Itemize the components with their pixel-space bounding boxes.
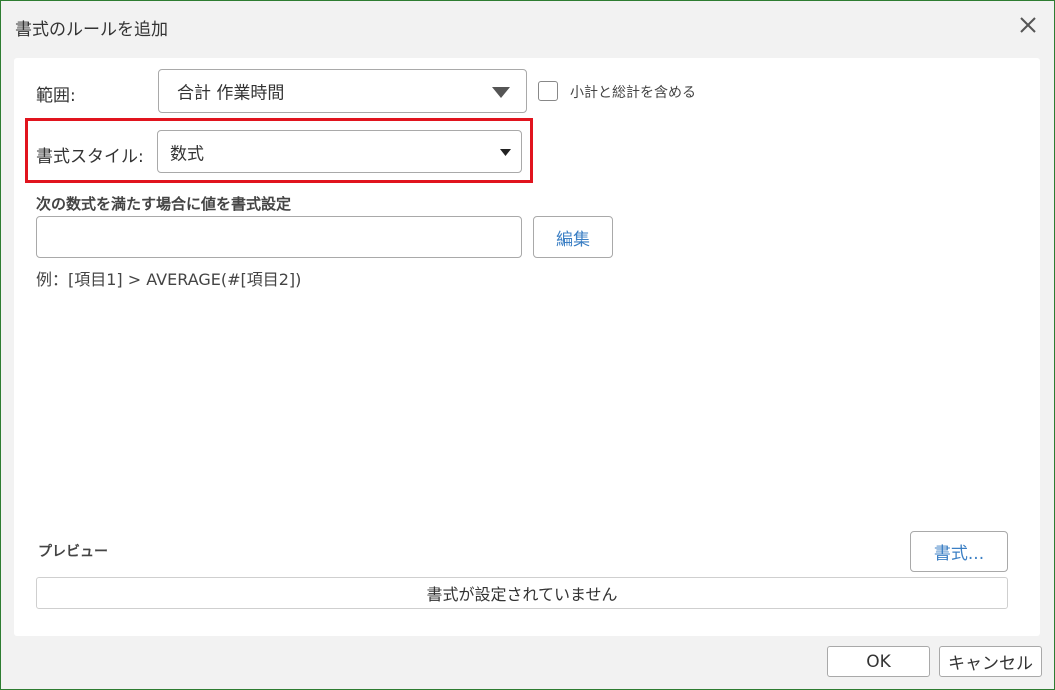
include-subtotals-label: 小計と総計を含める bbox=[570, 85, 696, 101]
dropdown-arrow-icon bbox=[492, 87, 510, 98]
close-icon bbox=[1020, 17, 1036, 33]
format-style-selected-value: 数式 bbox=[170, 144, 204, 164]
format-style-select[interactable]: 数式 bbox=[157, 130, 522, 173]
title-bar: 書式のルールを追加 bbox=[1, 1, 1054, 51]
formula-input[interactable] bbox=[36, 216, 522, 258]
range-selected-value: 合計 作業時間 bbox=[177, 83, 285, 104]
dropdown-arrow-icon bbox=[500, 149, 511, 156]
range-label: 範囲: bbox=[36, 86, 76, 106]
dialog-title: 書式のルールを追加 bbox=[15, 20, 168, 40]
formula-example: 例：[項目1] > AVERAGE(#[項目2]) bbox=[36, 270, 302, 289]
ok-button[interactable]: OK bbox=[827, 646, 930, 677]
preview-title: プレビュー bbox=[38, 544, 108, 560]
formula-section-title: 次の数式を満たす場合に値を書式設定 bbox=[36, 195, 292, 213]
range-select[interactable]: 合計 作業時間 bbox=[158, 69, 527, 113]
preview-box: 書式が設定されていません bbox=[36, 577, 1008, 609]
include-subtotals-checkbox[interactable] bbox=[538, 81, 558, 101]
edit-formula-button[interactable]: 編集 bbox=[533, 216, 613, 258]
format-button[interactable]: 書式... bbox=[910, 531, 1008, 572]
format-style-label: 書式スタイル: bbox=[36, 147, 144, 167]
cancel-button[interactable]: キャンセル bbox=[939, 646, 1042, 677]
close-button[interactable] bbox=[1016, 13, 1040, 37]
